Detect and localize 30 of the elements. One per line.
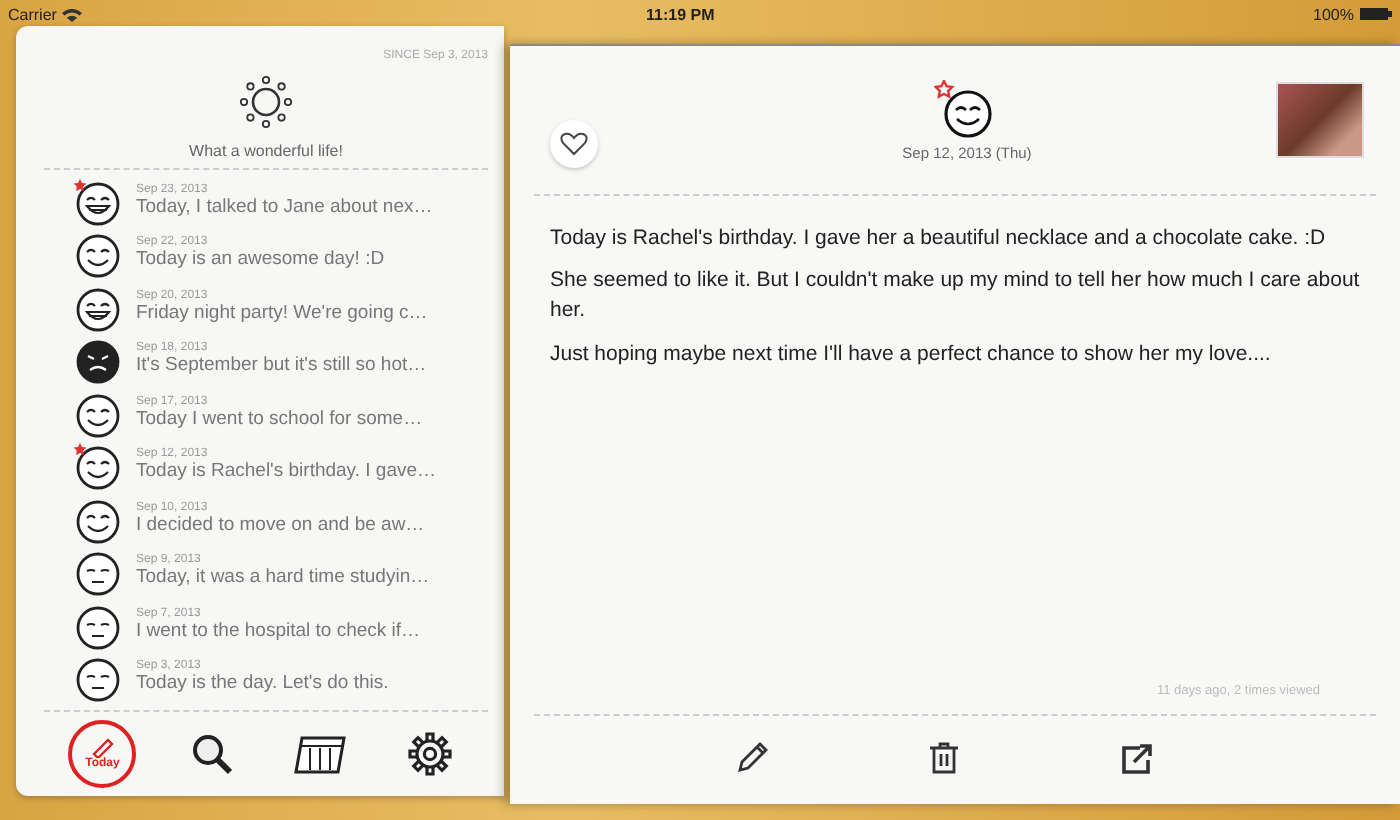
- entry-preview: Today is Rachel's birthday. I gave…: [136, 462, 437, 484]
- entry-preview: I went to the hospital to check if…: [136, 621, 421, 643]
- wifi-icon: [62, 7, 83, 21]
- trash-icon: [928, 740, 961, 776]
- photo-placeholder[interactable]: [1275, 82, 1364, 158]
- motto-text: What a wonderful life!: [189, 142, 343, 160]
- settings-icon: [405, 729, 454, 777]
- sun-icon: [238, 74, 294, 130]
- pencil-icon: [733, 740, 770, 776]
- clock-text: 11:19 PM: [646, 5, 715, 23]
- like-button[interactable]: [550, 120, 598, 168]
- entry-preview: I decided to move on and be aw…: [136, 515, 425, 537]
- entry-preview: Today, it was a hard time studyin…: [136, 568, 430, 590]
- entry-preview: Today, I talked to Jane about nex…: [136, 197, 433, 219]
- battery-icon: [1360, 8, 1392, 20]
- entry-paragraph: Just hoping maybe next time I'll have a perfect chance to show her my love....: [550, 339, 1273, 370]
- search-icon: [187, 729, 236, 777]
- entry-preview: Today is the day. Let's do this.: [136, 674, 389, 696]
- entry-preview: It's September but it's still so hot…: [136, 356, 427, 378]
- carrier-text: Carrier: [8, 5, 57, 23]
- entry-preview: Today is an awesome day! :D: [136, 250, 385, 272]
- entry-preview: Friday night party! We're going c…: [136, 303, 428, 325]
- heart-icon: [560, 132, 588, 156]
- entry-paragraph: She seemed to like it. But I couldn't make up my mind to tell her how much I care about her.: [550, 266, 1360, 327]
- entry-preview: Today I went to school for some…: [136, 409, 423, 431]
- share-icon: [1120, 740, 1157, 776]
- entry-paragraph: Today is Rachel's birthday. I gave her a beautiful necklace and a chocolate cake. :D: [550, 224, 1328, 254]
- pencil-icon: [90, 737, 115, 757]
- calendar-icon: [292, 731, 349, 775]
- battery-percent: 100%: [1313, 5, 1354, 23]
